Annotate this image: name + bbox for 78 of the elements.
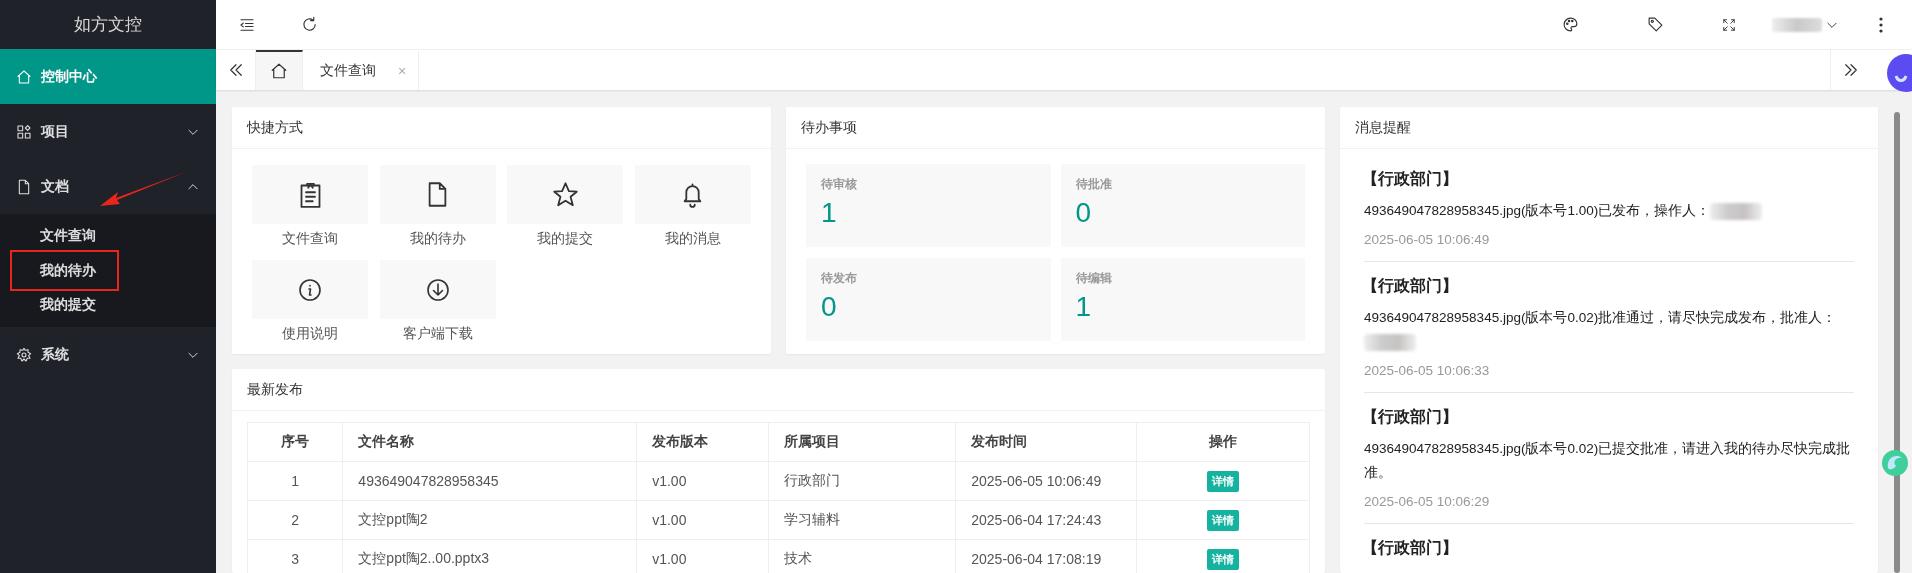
submenu-item[interactable]: 我的待办 [12,252,117,289]
message-text: 493649047828958345.jpg(版本号0.02)批准通过，请尽快完成发布，批准人： [1364,310,1837,325]
submenu-item[interactable]: 我的提交 [0,289,216,321]
sidebar-item[interactable]: 控制中心 [0,49,216,104]
grid-icon [16,123,32,140]
scrollbar[interactable] [1894,112,1900,573]
panel-title: 快捷方式 [232,107,771,149]
message-time: 2025-06-05 10:06:29 [1364,494,1491,509]
todo-label: 待批准 [1075,176,1113,193]
table-cell: 3 [247,539,343,573]
shortcut-tile[interactable] [252,260,368,319]
panel-title: 待办事项 [786,107,1325,149]
shortcut-label[interactable]: 我的提交 [537,230,594,248]
table-cell: 2025-06-04 17:24:43 [955,500,1137,540]
home-tab[interactable] [256,50,303,90]
todo-count: 1 [821,199,838,227]
table-cell: 学习辅料 [768,500,956,540]
download-icon [425,277,450,302]
todo-label: 待发布 [821,270,858,287]
table-cell: 493649047828958345 [342,461,637,501]
table-cell: 文控ppt陶2 [342,500,637,540]
todo-label: 待审核 [821,176,858,193]
todo-label: 待编辑 [1075,270,1113,287]
submenu-item[interactable]: 文件查询 [0,220,216,252]
redacted-username [1771,17,1822,32]
column-header: 序号 [247,422,343,462]
more-icon [1879,16,1883,33]
gear-icon [16,346,32,363]
column-header: 发布时间 [955,422,1137,462]
redacted-name [1710,202,1763,220]
star-icon [551,181,579,208]
doc-icon [16,178,32,195]
table-cell: 2025-06-05 10:06:49 [955,461,1137,501]
todo-count: 1 [1075,293,1093,321]
table-cell: 2 [247,500,343,540]
shortcut-tile[interactable] [252,165,368,224]
shortcut-tile[interactable] [379,260,496,319]
shortcut-tile[interactable] [507,165,624,224]
message-time: 2025-06-05 10:06:33 [1364,363,1491,378]
refresh-icon [300,16,318,33]
column-header: 所属项目 [768,422,956,462]
message-text: 493649047828958345.jpg(版本号0.02)已提交批准，请进入我的待办尽快完成批准。 [1364,441,1851,480]
shortcut-label[interactable]: 客户端下载 [402,325,473,343]
table-cell: v1.00 [636,500,769,540]
app-logo: 如方文控 [73,14,143,36]
shortcut-label[interactable]: 我的消息 [664,230,721,248]
shortcut-tile[interactable] [634,165,751,224]
message-time: 2025-06-05 10:06:49 [1364,232,1491,247]
column-header: 操作 [1136,422,1310,462]
swirl-icon[interactable] [1880,448,1910,478]
message-text: 493649047828958345.jpg(版本号1.00)已发布，操作人： [1364,203,1711,218]
panel-title: 最新发布 [232,369,1325,411]
table-cell: 行政部门 [768,461,956,501]
table-cell: v1.00 [636,461,769,501]
table-cell: 1 [247,461,343,501]
column-header: 发布版本 [636,422,769,462]
info-icon [298,277,322,302]
message-title: 【行政部门】 [1362,276,1459,296]
message-title: 【行政部门】 [1362,538,1459,558]
sidebar-item[interactable]: 系统 [0,327,216,382]
redacted-name [1364,333,1416,351]
panel-title: 消息提醒 [1340,107,1878,149]
shortcut-label[interactable]: 我的待办 [409,230,466,248]
message-title: 【行政部门】 [1362,169,1459,189]
sidebar-item[interactable]: 文档 [0,159,216,214]
home-icon [16,68,32,85]
fullscreen-icon [1722,17,1736,32]
todo-count: 0 [821,293,838,321]
column-header: 文件名称 [342,422,637,462]
tag-icon [1647,16,1664,33]
shortcut-tile[interactable] [379,165,496,224]
home-icon [270,62,288,80]
todo-count: 0 [1075,199,1093,227]
sidebar-item[interactable]: 项目 [0,104,216,159]
message-title: 【行政部门】 [1362,407,1459,427]
shortcut-label[interactable]: 使用说明 [282,325,338,343]
palette-icon [1562,16,1579,33]
shortcut-label[interactable]: 文件查询 [282,230,338,248]
